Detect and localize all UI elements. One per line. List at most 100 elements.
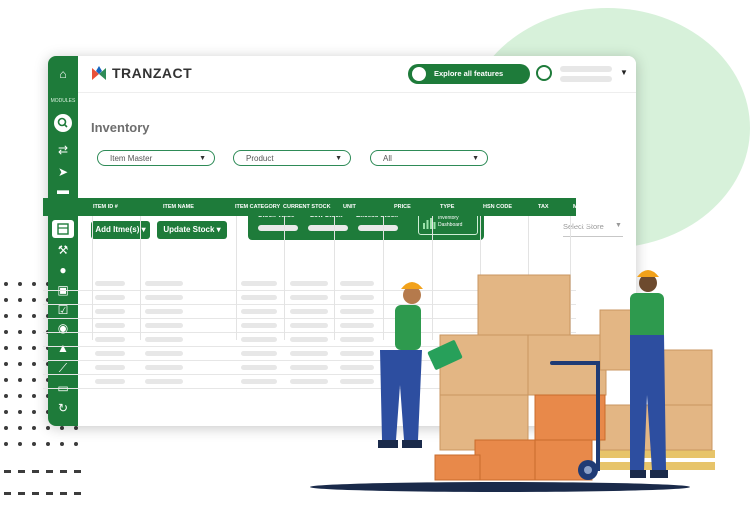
explore-features-button[interactable]: Explore all features: [408, 64, 530, 84]
column-header-8[interactable]: TAX: [538, 198, 549, 216]
decor-dot: [4, 394, 8, 398]
page-title: Inventory: [91, 120, 150, 135]
decor-dot: [60, 426, 64, 430]
flow-icon[interactable]: ⇄: [55, 142, 71, 158]
column-divider: [236, 216, 237, 340]
cell-placeholder: [145, 365, 183, 370]
cell-placeholder: [95, 281, 125, 286]
decor-dot: [32, 346, 36, 350]
decor-dot: [32, 394, 36, 398]
column-header-7[interactable]: HSN CODE: [483, 198, 512, 216]
all-label: All: [383, 154, 392, 163]
product-select[interactable]: Product ▼: [233, 150, 351, 166]
decor-dot: [4, 346, 8, 350]
column-header-0[interactable]: ITEM ID #: [93, 198, 118, 216]
cell-placeholder: [145, 281, 183, 286]
cell-placeholder: [95, 337, 125, 342]
cell-placeholder: [95, 309, 125, 314]
decor-dot: [4, 410, 8, 414]
stock-value-placeholder: [258, 225, 298, 231]
decor-dash: [4, 470, 11, 473]
decor-dash: [46, 470, 53, 473]
cell-placeholder: [241, 365, 277, 370]
avatar[interactable]: [536, 65, 552, 81]
column-header-5[interactable]: PRICE: [394, 198, 411, 216]
decor-dot: [32, 362, 36, 366]
cell-placeholder: [241, 379, 277, 384]
cell-placeholder: [241, 309, 277, 314]
decor-dot: [4, 442, 8, 446]
column-header-3[interactable]: CURRENT STOCK: [283, 198, 331, 216]
profile-chevron-down-icon[interactable]: ▼: [620, 68, 628, 77]
decor-dot: [32, 282, 36, 286]
table-header: ITEM ID # ITEM NAME ITEM CATEGORY CURRENT S…: [43, 198, 592, 246]
cell-placeholder: [145, 337, 183, 342]
column-header-2[interactable]: ITEM CATEGORY: [235, 198, 280, 216]
cell-placeholder: [95, 379, 125, 384]
folder-icon[interactable]: ▬: [55, 182, 71, 198]
send-icon[interactable]: ➤: [55, 164, 71, 180]
decor-dot: [32, 410, 36, 414]
decor-dot: [18, 298, 22, 302]
decor-dash: [32, 492, 39, 495]
decor-dot: [18, 314, 22, 318]
decor-dot: [46, 442, 50, 446]
decor-dot: [32, 330, 36, 334]
cell-placeholder: [241, 295, 277, 300]
explore-label: Explore all features: [434, 69, 504, 78]
cell-placeholder: [95, 295, 125, 300]
chevron-down-icon: ▼: [335, 155, 342, 162]
decor-dot: [18, 362, 22, 366]
inventory-nav-active[interactable]: [52, 220, 74, 238]
decor-dash: [46, 492, 53, 495]
decor-dot: [18, 410, 22, 414]
item-master-select[interactable]: Item Master ▼: [97, 150, 215, 166]
decor-dot: [32, 442, 36, 446]
decor-dot: [4, 314, 8, 318]
home-icon[interactable]: ⌂: [55, 66, 71, 82]
decor-dot: [18, 282, 22, 286]
warehouse-illustration: [310, 270, 715, 492]
decor-dot: [4, 298, 8, 302]
update-stock-button[interactable]: Update Stock ▾: [157, 221, 227, 239]
cell-placeholder: [241, 351, 277, 356]
decor-dot: [4, 362, 8, 366]
modules-label: MODULES: [50, 98, 76, 104]
decor-dot: [4, 282, 8, 286]
decor-dot: [32, 298, 36, 302]
decor-dash: [4, 492, 11, 495]
decor-dot: [74, 426, 78, 430]
decor-dot: [4, 330, 8, 334]
decor-dash: [60, 470, 67, 473]
cell-placeholder: [95, 365, 125, 370]
decor-dot: [18, 378, 22, 382]
decor-dot: [60, 442, 64, 446]
column-header-6[interactable]: TYPE: [440, 198, 454, 216]
select-store-underline: [563, 236, 623, 237]
decor-dot: [46, 426, 50, 430]
column-divider: [92, 216, 93, 340]
hammer-icon[interactable]: ⚒: [55, 242, 71, 258]
item-master-label: Item Master: [110, 154, 153, 163]
cell-placeholder: [95, 323, 125, 328]
decor-dash: [60, 492, 67, 495]
search-button[interactable]: [54, 114, 72, 132]
column-header-4[interactable]: UNIT: [343, 198, 356, 216]
decor-dot: [18, 346, 22, 350]
column-header-9[interactable]: MIN STOCK LEVEL: [573, 198, 592, 246]
decor-dot: [18, 426, 22, 430]
add-items-button[interactable]: Add Itme(s) ▾: [91, 221, 150, 239]
refresh-icon[interactable]: ↻: [55, 400, 71, 416]
product-label: Product: [246, 154, 274, 163]
column-header-1[interactable]: ITEM NAME: [163, 198, 194, 216]
top-bar: TRANZACT Explore all features ▼: [78, 56, 636, 93]
all-select[interactable]: All ▼: [370, 150, 488, 166]
cell-placeholder: [241, 323, 277, 328]
user-name-placeholder: [560, 66, 612, 72]
cell-placeholder: [95, 351, 125, 356]
toggle-knob: [412, 67, 426, 81]
decor-dot: [32, 426, 36, 430]
cell-placeholder: [241, 337, 277, 342]
cell-placeholder: [145, 295, 183, 300]
inventory-icon: [57, 223, 69, 235]
